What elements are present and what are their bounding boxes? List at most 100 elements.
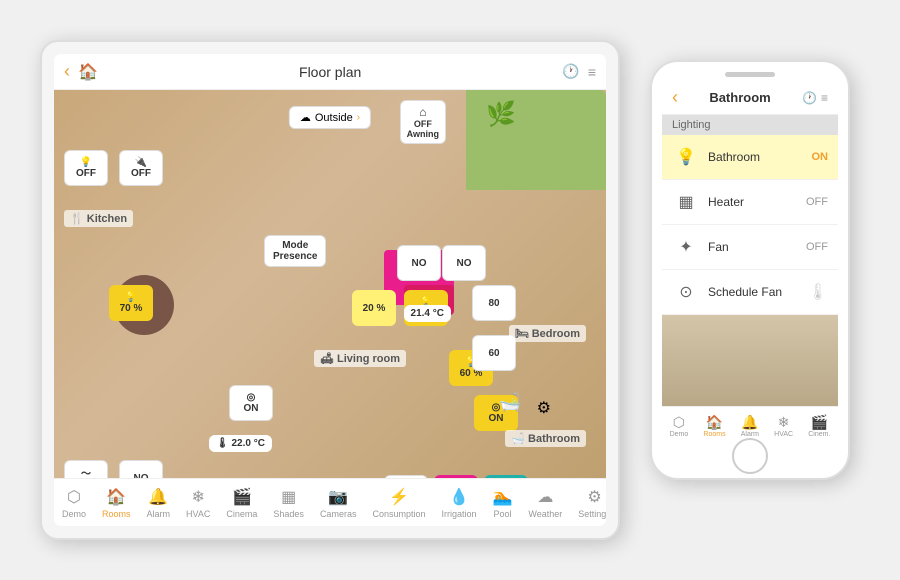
outside-chevron: ›: [357, 112, 360, 123]
no-badge-2[interactable]: NO: [442, 245, 486, 281]
phone-room-preview: [662, 315, 838, 406]
awning-label: Awning: [407, 129, 439, 139]
bath-icon-bottom: 🛁: [499, 392, 521, 413]
dimmer-icon: 💡: [125, 292, 137, 303]
device-on-teal[interactable]: ⏻ ON: [484, 475, 528, 478]
awning-badge[interactable]: ⌂ OFF Awning: [400, 100, 446, 144]
phone-nav-cinema-icon: 🎬: [811, 414, 828, 431]
nav-rooms-icon: 🏠: [106, 487, 126, 507]
living-room-label: 🛋 Living room: [314, 350, 406, 367]
bathroom-light-icon: 💡: [672, 143, 700, 171]
fan-icon: ✦: [672, 233, 700, 261]
mode-value: Presence: [273, 251, 317, 262]
tablet-header: ‹ 🏠 Floor plan 🕐 ≡: [54, 54, 606, 90]
nav-weather-icon: ☁: [537, 487, 553, 507]
device-on-1[interactable]: ◎ ON: [229, 385, 273, 421]
phone-item-fan[interactable]: ✦ Fan OFF: [662, 225, 838, 270]
phone-nav-hvac[interactable]: ❄ HVAC: [774, 414, 793, 438]
phone-speaker: [725, 72, 775, 77]
bed-icon: 🛏: [515, 328, 529, 340]
phone-item-heater[interactable]: ▦ Heater OFF: [662, 180, 838, 225]
tablet-device: ‹ 🏠 Floor plan 🕐 ≡ 🌿 ☁ Outside: [40, 40, 620, 540]
device-no-1[interactable]: NO: [119, 460, 163, 478]
phone-item-schedule-fan[interactable]: ⊙ Schedule Fan 🌡: [662, 270, 838, 315]
phone-nav-cinema[interactable]: 🎬 Cinem.: [808, 414, 830, 438]
nav-pool[interactable]: 🏊 Pool: [485, 483, 521, 523]
phone-notch: [662, 72, 838, 77]
phone-header: ‹ Bathroom 🕐 ≡: [662, 81, 838, 115]
outdoor-area: 🌿: [466, 90, 606, 190]
nav-cinema[interactable]: 🎬 Cinema: [218, 483, 265, 523]
phone-section-lighting: Lighting: [662, 115, 838, 135]
device-off-1[interactable]: 💡 OFF: [64, 150, 108, 186]
nav-consumption[interactable]: ⚡ Consumption: [364, 483, 433, 523]
phone-nav-rooms-icon: 🏠: [706, 414, 723, 431]
temp-icon: 🌡: [216, 438, 229, 449]
phone-title: Bathroom: [709, 90, 770, 105]
nav-weather-label: Weather: [528, 509, 562, 519]
nav-settings-icon: ⚙: [587, 487, 601, 507]
nav-pool-label: Pool: [493, 509, 511, 519]
phone-item-bathroom-light[interactable]: 💡 Bathroom ON: [662, 135, 838, 180]
mode-label: Mode: [273, 240, 317, 251]
device-off-2[interactable]: 🔌 OFF: [119, 150, 163, 186]
sofa-icon: 🛋: [320, 353, 334, 365]
no-badge-1[interactable]: NO: [397, 245, 441, 281]
phone-menu-icon[interactable]: ≡: [821, 91, 828, 105]
dimmer-20[interactable]: 20 %: [352, 290, 396, 326]
mode-badge[interactable]: Mode Presence: [264, 235, 326, 267]
phone-screen: ‹ Bathroom 🕐 ≡ Lighting 💡 Bathroom ON ▦: [662, 81, 838, 444]
schedule-fan-name: Schedule Fan: [708, 285, 800, 299]
val-80[interactable]: 80: [472, 285, 516, 321]
phone-clock-icon: 🕐: [802, 91, 817, 105]
nav-alarm-icon: 🔔: [148, 487, 168, 507]
kitchen-label: 🍴 Kitchen: [64, 210, 133, 227]
bath-settings-icon[interactable]: ⚙: [537, 398, 551, 418]
tablet-back-icon[interactable]: ‹: [64, 61, 70, 82]
phone-nav-hvac-icon: ❄: [778, 414, 790, 431]
rgb-badge[interactable]: RGB: [434, 475, 478, 478]
nav-shades[interactable]: ▦ Shades: [265, 483, 312, 523]
nav-weather[interactable]: ☁ Weather: [520, 483, 570, 523]
nav-cameras[interactable]: 📷 Cameras: [312, 483, 365, 523]
schedule-fan-icon: ⊙: [672, 278, 700, 306]
outside-badge[interactable]: ☁ Outside ›: [289, 106, 371, 129]
nav-demo[interactable]: ⬡ Demo: [54, 483, 94, 523]
tablet-menu-icon[interactable]: ≡: [588, 64, 596, 80]
nav-hvac[interactable]: ❄ HVAC: [178, 483, 218, 523]
nav-irrigation[interactable]: 💧 Irrigation: [433, 483, 484, 523]
tablet-floor-plan: 🌿 ☁ Outside › ⌂ OFF Awning 🍴 Kitch: [54, 90, 606, 478]
wave-icon: 〜: [81, 465, 91, 478]
dimmer-70[interactable]: 💡 70 %: [109, 285, 153, 321]
nav-settings-label: Settings: [578, 509, 606, 519]
nav-alarm[interactable]: 🔔 Alarm: [139, 483, 179, 523]
nav-settings[interactable]: ⚙ Settings: [570, 483, 606, 523]
nav-cameras-icon: 📷: [328, 487, 348, 507]
nav-shades-label: Shades: [273, 509, 304, 519]
device-off-bottom[interactable]: ◎ OFF: [384, 475, 428, 478]
phone-header-right: 🕐 ≡: [802, 91, 828, 105]
heater-icon: ▦: [672, 188, 700, 216]
temp-21: 21.4 °C: [404, 305, 451, 322]
temp-22: 🌡 22.0 °C: [209, 435, 272, 452]
nav-irrigation-icon: 💧: [449, 487, 469, 507]
phone-device: ‹ Bathroom 🕐 ≡ Lighting 💡 Bathroom ON ▦: [650, 60, 850, 480]
nav-rooms[interactable]: 🏠 Rooms: [94, 483, 139, 523]
phone-nav-hvac-label: HVAC: [774, 431, 793, 438]
phone-back-btn[interactable]: ‹: [672, 87, 678, 108]
heater-status: OFF: [806, 196, 828, 208]
bathroom-light-name: Bathroom: [708, 150, 804, 164]
fan-name: Fan: [708, 240, 798, 254]
nav-shades-icon: ▦: [281, 487, 296, 507]
phone-nav-rooms[interactable]: 🏠 Rooms: [703, 414, 725, 438]
nav-pool-icon: 🏊: [493, 487, 513, 507]
phone-nav-alarm-icon: 🔔: [741, 414, 758, 431]
phone-nav-alarm[interactable]: 🔔 Alarm: [741, 414, 759, 438]
device-off-left-1[interactable]: 〜 OFF: [64, 460, 108, 478]
outside-label: Outside: [315, 112, 353, 124]
phone-nav-demo[interactable]: ⬡ Demo: [670, 414, 689, 438]
nav-rooms-label: Rooms: [102, 509, 131, 519]
tablet-header-right: 🕐 ≡: [562, 63, 596, 80]
phone-home-button[interactable]: [732, 438, 768, 474]
nav-cinema-icon: 🎬: [232, 487, 252, 507]
